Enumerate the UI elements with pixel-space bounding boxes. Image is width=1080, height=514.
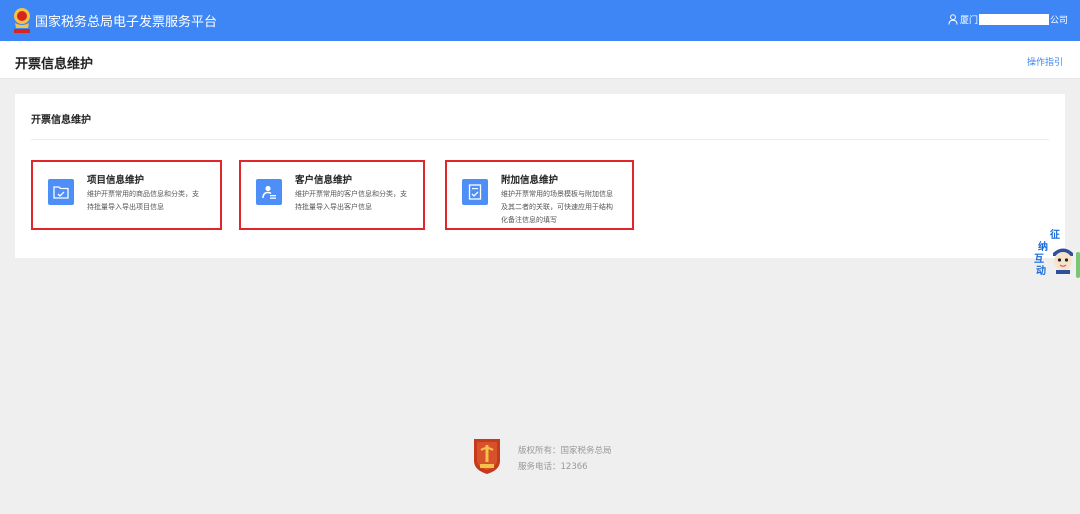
user-account[interactable]: 厦门 公司	[948, 13, 1068, 26]
tax-emblem-logo-icon	[14, 8, 30, 33]
section-divider	[31, 139, 1049, 140]
card-description: 维护开票常用的客户信息和分类，支 持批量导入导出客户信息	[295, 190, 407, 211]
tax-shield-logo-icon	[474, 439, 500, 474]
footer-hotline: 服务电话：12366	[518, 462, 588, 472]
app-title: 国家税务总局电子发票服务平台	[35, 15, 218, 30]
card-title: 附加信息维护	[501, 175, 559, 186]
page-title: 开票信息维护	[15, 57, 94, 72]
card-description: 维护开票常用的商品信息和分类，支 持批量导入导出项目信息	[87, 190, 199, 211]
card-description: 维护开票常用的场景模板与附加信息 及其二者的关联，可快速应用于结构 化备注信息的…	[501, 190, 613, 224]
page-header: 开票信息维护 操作指引	[0, 41, 1080, 79]
contact-card-icon	[256, 179, 282, 205]
folder-icon	[48, 179, 74, 205]
user-icon	[948, 14, 958, 25]
float-widget-handle	[1076, 252, 1080, 278]
card-title: 客户信息维护	[295, 175, 353, 186]
mascot-icon	[1053, 248, 1073, 274]
main-panel: 开票信息维护 项目信息维护 维护开票常用的商品信息和分类，支 持批量导入导出项目…	[15, 94, 1065, 258]
user-name-prefix: 厦门	[959, 16, 978, 26]
section-title: 开票信息维护	[31, 115, 91, 126]
float-char: 征	[1050, 230, 1060, 241]
float-char: 动	[1036, 266, 1046, 277]
user-name-redacted	[978, 14, 1049, 25]
operation-guide-link[interactable]: 操作指引	[1027, 55, 1063, 68]
card-title: 项目信息维护	[87, 175, 145, 186]
footer-copyright: 版权所有：国家税务总局	[518, 446, 612, 456]
item-info-card[interactable]: 项目信息维护 维护开票常用的商品信息和分类，支 持批量导入导出项目信息	[31, 160, 222, 230]
user-name-suffix: 公司	[1049, 16, 1068, 26]
document-edit-icon	[462, 179, 488, 205]
additional-info-card[interactable]: 附加信息维护 维护开票常用的场景模板与附加信息 及其二者的关联，可快速应用于结构…	[445, 160, 634, 230]
top-bar: 国家税务总局电子发票服务平台 厦门 公司	[0, 0, 1080, 41]
tax-interaction-float-widget[interactable]: 征 纳 互 动	[1032, 226, 1080, 284]
customer-info-card[interactable]: 客户信息维护 维护开票常用的客户信息和分类，支 持批量导入导出客户信息	[239, 160, 425, 230]
